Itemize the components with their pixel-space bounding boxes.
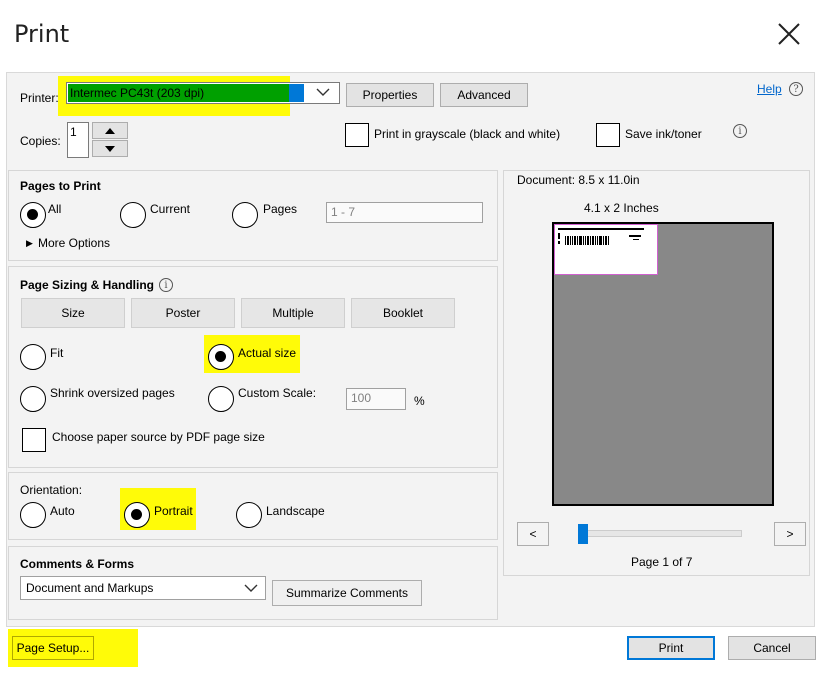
fit-label: Fit [50, 346, 64, 360]
orientation-landscape-label: Landscape [266, 504, 325, 518]
fit-radio[interactable] [20, 344, 46, 370]
pages-all-radio[interactable] [20, 202, 46, 228]
orientation-portrait-label: Portrait [154, 504, 193, 518]
printer-selected-value: Intermec PC43t (203 dpi) [70, 86, 205, 100]
actual-size-label: Actual size [238, 346, 297, 360]
preview-slider-thumb[interactable] [578, 524, 588, 544]
pages-range-label: Pages [263, 202, 298, 216]
save-ink-label: Save ink/toner [625, 127, 702, 141]
print-button[interactable]: Print [627, 636, 715, 660]
orientation-landscape-radio[interactable] [236, 502, 262, 528]
pages-current-label: Current [150, 202, 191, 216]
close-icon[interactable] [775, 20, 803, 48]
save-ink-checkbox[interactable] [596, 123, 620, 147]
dialog-title: Print [14, 20, 70, 48]
help-link[interactable]: Help [757, 82, 782, 96]
page-indicator: Page 1 of 7 [631, 555, 693, 569]
custom-scale-label: Custom Scale: [238, 386, 317, 400]
tab-poster[interactable]: Poster [131, 298, 235, 328]
chevron-down-icon [243, 581, 259, 598]
shrink-oversized-radio[interactable] [20, 386, 46, 412]
printer-label: Printer: [20, 91, 59, 105]
pages-range-radio[interactable] [232, 202, 258, 228]
page-setup-button[interactable]: Page Setup... [12, 636, 94, 660]
pages-current-radio[interactable] [120, 202, 146, 228]
tab-size[interactable]: Size [21, 298, 125, 328]
document-size-text: Document: 8.5 x 11.0in [517, 173, 640, 187]
orientation-auto-radio[interactable] [20, 502, 46, 528]
page-sizing-heading: Page Sizing & Handling [20, 278, 155, 292]
custom-scale-input[interactable]: 100 [346, 388, 406, 410]
triangle-down-icon [105, 145, 115, 152]
comments-forms-selected-value: Document and Markups [26, 581, 154, 595]
triangle-up-icon [105, 127, 115, 134]
custom-scale-radio[interactable] [208, 386, 234, 412]
printer-select[interactable]: Intermec PC43t (203 dpi) [66, 82, 340, 104]
page-sizing-info-icon[interactable]: i [159, 278, 173, 292]
help-info-icon[interactable]: ? [789, 82, 803, 96]
custom-scale-percent: % [414, 394, 425, 408]
paper-source-checkbox[interactable] [22, 428, 46, 452]
chevron-down-icon [315, 85, 331, 102]
preview-label-image [554, 224, 658, 275]
paper-source-label: Choose paper source by PDF page size [52, 430, 265, 444]
orientation-heading: Orientation: [20, 483, 83, 497]
more-options-arrow-icon[interactable]: ▶ [26, 238, 33, 249]
label-size-text: 4.1 x 2 Inches [584, 201, 659, 215]
grayscale-checkbox[interactable] [345, 123, 369, 147]
tab-booklet[interactable]: Booklet [351, 298, 455, 328]
save-ink-info-icon[interactable]: i [733, 124, 747, 138]
grayscale-label: Print in grayscale (black and white) [374, 127, 561, 141]
shrink-oversized-label: Shrink oversized pages [50, 386, 175, 400]
more-options-toggle[interactable]: More Options [38, 236, 110, 250]
comments-forms-select[interactable]: Document and Markups [20, 576, 266, 600]
copies-decrement-button[interactable] [92, 140, 128, 157]
orientation-auto-label: Auto [50, 504, 75, 518]
preview-page [552, 222, 774, 506]
preview-slider-track[interactable] [580, 530, 742, 537]
tab-multiple[interactable]: Multiple [241, 298, 345, 328]
orientation-portrait-radio[interactable] [124, 502, 150, 528]
advanced-button[interactable]: Advanced [440, 83, 528, 107]
preview-next-button[interactable]: > [774, 522, 806, 546]
pages-all-label: All [48, 202, 62, 216]
actual-size-radio[interactable] [208, 344, 234, 370]
pages-range-input[interactable]: 1 - 7 [326, 202, 483, 223]
pages-to-print-heading: Pages to Print [20, 179, 101, 193]
preview-prev-button[interactable]: < [517, 522, 549, 546]
copies-label: Copies: [20, 134, 61, 148]
copies-input[interactable]: 1 [67, 122, 89, 158]
properties-button[interactable]: Properties [346, 83, 434, 107]
copies-increment-button[interactable] [92, 122, 128, 139]
comments-forms-heading: Comments & Forms [20, 557, 135, 571]
cancel-button[interactable]: Cancel [728, 636, 816, 660]
summarize-comments-button[interactable]: Summarize Comments [272, 580, 422, 606]
